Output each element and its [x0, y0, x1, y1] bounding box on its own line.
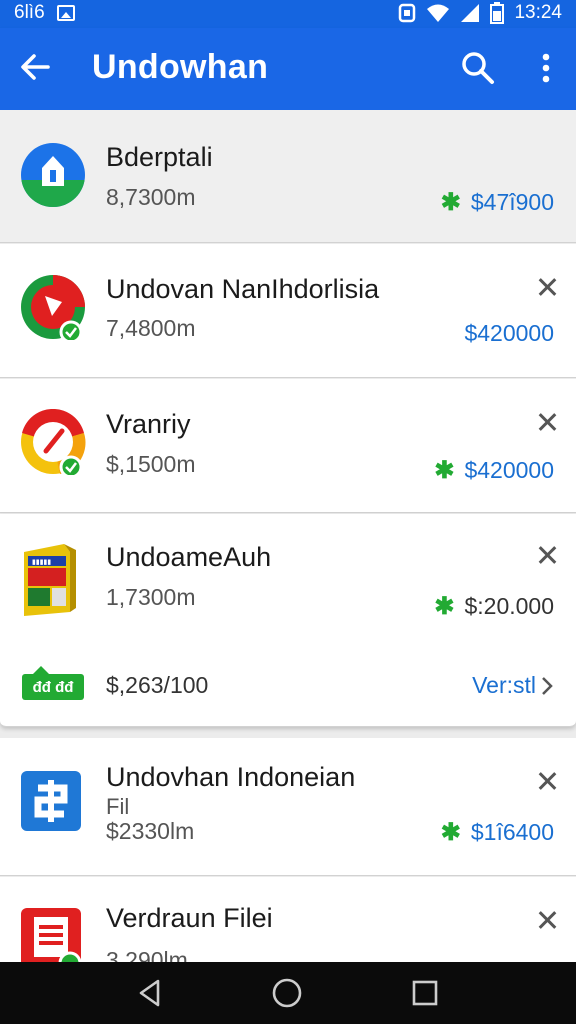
status-bar: 6lì6 13:24 [0, 0, 576, 28]
screen: 6lì6 13:24 Undowhan Bderptali 8,7300m ✱ … [0, 0, 576, 1024]
close-icon[interactable] [538, 278, 556, 296]
item-price: $420000 [464, 320, 554, 347]
close-icon[interactable] [538, 413, 556, 431]
close-icon[interactable] [538, 772, 556, 790]
item-name: Undovhan Indoneian [106, 762, 356, 792]
item-price-value: $:20.000 [464, 593, 554, 619]
item-name: Vranriy [106, 409, 191, 439]
signal-icon [461, 4, 480, 22]
nav-back-icon[interactable] [134, 976, 168, 1010]
extra-badge: đđ đđ [22, 666, 84, 700]
item-name: Undovan NanIhdorlisia [106, 274, 380, 304]
dollar-app-icon [21, 771, 81, 831]
item-price-value: $420000 [464, 320, 554, 346]
close-icon[interactable] [538, 911, 556, 929]
bell-app-icon [21, 143, 85, 207]
box-app-icon: ▮▮▮▮▮ [24, 544, 76, 616]
list-item[interactable]: Undovan NanIhdorlisia 7,4800m $420000 [0, 244, 576, 378]
wifi-icon [427, 4, 450, 22]
item-name: Verdraun Filei [106, 903, 273, 933]
list-item[interactable]: Undovhan Indoneian Fil $2330lm ✱ $1î6400 [0, 738, 576, 876]
nav-recents-icon[interactable] [408, 976, 442, 1010]
status-left-text: 6lì6 [14, 2, 45, 23]
document-app-icon [21, 908, 82, 969]
svg-text:▮▮▮▮▮: ▮▮▮▮▮ [32, 558, 51, 566]
item-size: 1,7300m [106, 584, 196, 610]
item-name: UndoameAuh [106, 542, 272, 572]
details-link-label: Ver:stl [472, 672, 536, 698]
star-icon: ✱ [440, 189, 461, 216]
item-price: ✱ $420000 [434, 456, 554, 485]
item-size: 7,4800m [106, 315, 196, 341]
more-vert-icon[interactable] [534, 52, 558, 86]
extra-badge-text: đđ đđ [32, 678, 74, 696]
item-size: $2330lm [106, 818, 195, 844]
app-bar: Undowhan [0, 28, 576, 110]
item-subtitle: Fil [106, 794, 130, 819]
image-icon [56, 5, 75, 21]
item-price-value: $1î6400 [470, 819, 554, 845]
item-price-value: $47î900 [470, 189, 554, 215]
item-name: Bderptali [106, 142, 213, 172]
star-icon: ✱ [434, 593, 455, 620]
star-icon: ✱ [440, 819, 461, 846]
status-right: 13:24 [398, 2, 562, 24]
item-price: ✱ $1î6400 [441, 818, 554, 847]
item-price: ✱ $:20.000 [434, 592, 554, 621]
list-item[interactable]: ▮▮▮▮▮ UndoameAuh 1,7300m ✱ $:20.000 đđ đ… [0, 514, 576, 727]
search-icon[interactable] [460, 50, 496, 86]
app-bar-title: Undowhan [92, 48, 269, 86]
gauge-app-icon [21, 409, 86, 475]
item-price-value: $420000 [464, 457, 554, 483]
close-icon[interactable] [538, 546, 556, 564]
extra-value: $,263/100 [106, 672, 209, 698]
details-link[interactable]: Ver:stl [472, 672, 554, 699]
nav-bar [0, 962, 576, 1024]
list-item[interactable]: Vranriy $,1500m ✱ $420000 [0, 379, 576, 513]
item-price: ✱ $47î900 [441, 188, 554, 217]
item-size: 8,7300m [106, 184, 196, 210]
status-time: 13:24 [514, 2, 562, 23]
star-icon: ✱ [434, 457, 455, 484]
status-left: 6lì6 [14, 2, 75, 24]
list-item[interactable]: Bderptali 8,7300m ✱ $47î900 [0, 110, 576, 243]
shield-icon [399, 3, 416, 23]
battery-icon [490, 2, 505, 24]
red-star-app-icon [21, 275, 85, 340]
back-arrow-icon[interactable] [18, 50, 52, 84]
chevron-right-icon [542, 676, 553, 695]
item-size: $,1500m [106, 451, 196, 477]
nav-home-icon[interactable] [270, 976, 304, 1010]
